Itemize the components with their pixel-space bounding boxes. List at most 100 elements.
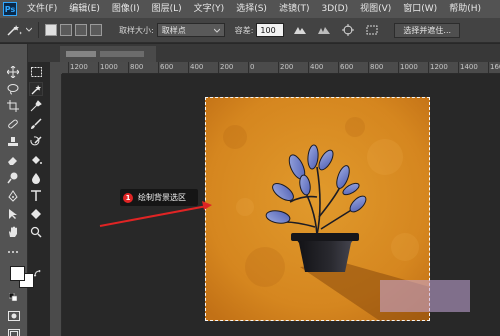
options-bar: 取样大小: 取样点 容差: 100 选择并遮住... [0,18,500,43]
ruler-tick [428,62,429,73]
shape-icon[interactable] [30,208,42,220]
new-selection-button[interactable] [45,24,57,36]
menu-3d[interactable]: 3D(D) [315,0,354,18]
ruler-tick-label: 600 [160,63,174,71]
blurred-watermark [380,280,470,312]
sample-all-layers-icon[interactable] [340,23,356,37]
contiguous-icon[interactable] [316,23,332,37]
annotation-callout: 1 绘制背景选区 [120,189,198,206]
eyedropper-icon[interactable] [30,100,42,112]
default-colors-icon[interactable] [8,286,18,302]
document-tab[interactable] [60,46,156,62]
menu-layer[interactable]: 图层(L) [146,0,188,18]
ruler-tick [188,62,189,73]
ruler-tick [248,62,249,73]
menu-file[interactable]: 文件(F) [21,0,63,18]
tab-info-blurred [100,51,144,57]
tools-panel [0,44,43,336]
ruler-tick-label: 0 [250,63,255,71]
ruler-tick-label: 200 [220,63,234,71]
blur-icon[interactable] [30,172,42,184]
chevron-down-icon[interactable] [26,23,32,37]
menu-help[interactable]: 帮助(H) [443,0,487,18]
menu-filter[interactable]: 滤镜(T) [273,0,316,18]
sample-size-label: 取样大小: [119,25,154,35]
more-tools-icon[interactable] [7,246,19,258]
ruler-corner [50,62,62,74]
select-and-mask-button[interactable]: 选择并遮住... [394,22,461,38]
text-icon[interactable] [30,190,42,202]
ruler-tick-label: 400 [190,63,204,71]
ruler-tick [488,62,489,73]
eraser-icon[interactable] [7,154,19,166]
move-icon[interactable] [7,66,19,78]
dodge-icon[interactable] [7,172,19,184]
menu-bar: Ps 文件(F) 编辑(E) 图像(I) 图层(L) 文字(Y) 选择(S) 滤… [0,0,500,18]
menu-image[interactable]: 图像(I) [106,0,146,18]
add-selection-button[interactable] [60,24,72,36]
ruler-tick-label: 1200 [430,63,448,71]
ruler-tick [158,62,159,73]
app-logo: Ps [3,2,17,16]
magic-wand-icon[interactable] [29,82,43,96]
ruler-tick [128,62,129,73]
separator [38,22,39,38]
ruler-tick-label: 600 [340,63,354,71]
magic-wand-icon[interactable] [6,23,22,37]
ruler-tick-label: 1400 [460,63,478,71]
ruler-tick [398,62,399,73]
callout-number-badge: 1 [123,192,133,203]
ruler-tick-label: 400 [310,63,324,71]
callout-text: 绘制背景选区 [138,193,186,202]
ruler-tick [368,62,369,73]
anti-alias-icon[interactable] [292,23,308,37]
ruler-tick [98,62,99,73]
ruler-tick [278,62,279,73]
ruler-tick [458,62,459,73]
vertical-ruler [50,74,62,336]
hand-icon[interactable] [7,226,19,238]
ruler-tick-label: 800 [130,63,144,71]
sample-size-select[interactable]: 取样点 [156,23,225,37]
sample-size-value: 取样点 [161,25,186,35]
ruler-tick-label: 1600 [490,63,500,71]
pen-icon[interactable] [7,190,19,202]
stamp-icon[interactable] [7,136,19,148]
ruler-tick [218,62,219,73]
tolerance-label: 容差: [234,25,254,35]
ruler-tick [308,62,309,73]
screen-mode-icon[interactable] [8,324,20,336]
ruler-tick [68,62,69,73]
ruler-tick-label: 200 [280,63,294,71]
crop-icon[interactable] [7,100,19,112]
foreground-color-swatch[interactable] [10,266,25,281]
horizontal-ruler: 1200 1000 800 600 400 200 0 200 400 600 800 1000 120… [62,62,500,74]
swap-colors-icon[interactable] [33,263,42,277]
quick-mask-icon[interactable] [8,306,20,321]
menu-view[interactable]: 视图(V) [354,0,397,18]
zoom-icon[interactable] [30,226,42,238]
menu-edit[interactable]: 编辑(E) [63,0,106,18]
path-select-icon[interactable] [7,208,19,220]
history-brush-icon[interactable] [30,136,42,148]
subtract-selection-button[interactable] [75,24,87,36]
chevron-down-icon [213,26,221,35]
ruler-tick [338,62,339,73]
tolerance-input[interactable]: 100 [256,23,285,37]
lasso-icon[interactable] [7,83,19,95]
menu-select[interactable]: 选择(S) [230,0,273,18]
enhance-edge-icon[interactable] [364,23,380,37]
intersect-selection-button[interactable] [90,24,102,36]
bucket-icon[interactable] [30,154,42,166]
ruler-tick-label: 800 [370,63,384,71]
tab-title-blurred [66,51,96,57]
ruler-tick-label: 1000 [400,63,418,71]
healing-brush-icon[interactable] [7,118,19,130]
rect-marquee-icon[interactable] [30,66,42,78]
menu-type[interactable]: 文字(Y) [188,0,231,18]
ruler-tick-label: 1200 [70,63,88,71]
brush-icon[interactable] [30,118,42,130]
ruler-tick-label: 1000 [100,63,118,71]
menu-window[interactable]: 窗口(W) [397,0,443,18]
document-tab-bar [28,44,500,62]
